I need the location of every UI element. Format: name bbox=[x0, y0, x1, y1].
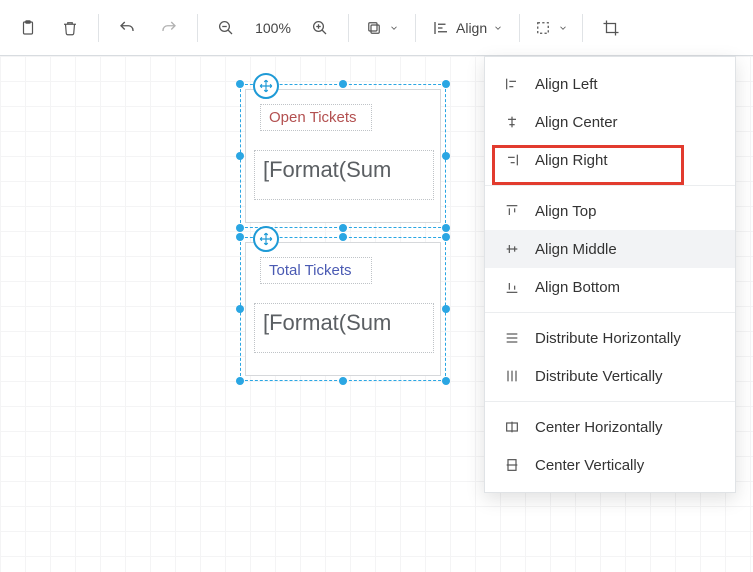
selection-handle[interactable] bbox=[339, 233, 347, 241]
undo-button[interactable] bbox=[107, 8, 147, 48]
card-total-tickets[interactable]: Total Tickets [Format(Sum bbox=[245, 242, 441, 376]
chevron-down-icon bbox=[493, 23, 503, 33]
selection-handle[interactable] bbox=[236, 80, 244, 88]
toolbar: 100% Align bbox=[0, 0, 753, 56]
align-menu: Align Left Align Center Align Right Alig… bbox=[484, 56, 736, 493]
menu-align-middle[interactable]: Align Middle bbox=[485, 230, 735, 268]
paste-button[interactable] bbox=[8, 8, 48, 48]
card-title[interactable]: Open Tickets bbox=[260, 104, 372, 131]
selection-handle[interactable] bbox=[236, 233, 244, 241]
selection-handle[interactable] bbox=[339, 224, 347, 232]
selection-handle[interactable] bbox=[236, 377, 244, 385]
menu-label: Align Middle bbox=[535, 241, 617, 258]
selection-handle[interactable] bbox=[236, 224, 244, 232]
menu-center-vertically[interactable]: Center Vertically bbox=[485, 446, 735, 484]
separator bbox=[415, 14, 416, 42]
card-title[interactable]: Total Tickets bbox=[260, 257, 372, 284]
menu-separator bbox=[485, 312, 735, 313]
distribute-h-icon bbox=[503, 329, 521, 347]
menu-separator bbox=[485, 401, 735, 402]
align-top-icon bbox=[503, 202, 521, 220]
menu-align-left[interactable]: Align Left bbox=[485, 65, 735, 103]
align-center-icon bbox=[503, 113, 521, 131]
menu-center-horizontally[interactable]: Center Horizontally bbox=[485, 408, 735, 446]
selection-handle[interactable] bbox=[339, 377, 347, 385]
menu-label: Align Center bbox=[535, 114, 618, 131]
move-handle-icon[interactable] bbox=[253, 73, 279, 99]
selection-handle[interactable] bbox=[236, 152, 244, 160]
selection-handle[interactable] bbox=[236, 305, 244, 313]
selection-handle[interactable] bbox=[442, 224, 450, 232]
delete-button[interactable] bbox=[50, 8, 90, 48]
separator bbox=[582, 14, 583, 42]
menu-label: Center Vertically bbox=[535, 457, 644, 474]
menu-label: Distribute Vertically bbox=[535, 368, 663, 385]
align-dropdown[interactable]: Align bbox=[424, 8, 511, 48]
menu-align-bottom[interactable]: Align Bottom bbox=[485, 268, 735, 306]
menu-align-center[interactable]: Align Center bbox=[485, 103, 735, 141]
center-h-icon bbox=[503, 418, 521, 436]
chevron-down-icon bbox=[558, 23, 568, 33]
selection-mode-dropdown[interactable] bbox=[528, 8, 574, 48]
menu-label: Align Left bbox=[535, 76, 598, 93]
align-right-icon bbox=[503, 151, 521, 169]
menu-align-right[interactable]: Align Right bbox=[485, 141, 735, 179]
crop-button[interactable] bbox=[591, 8, 631, 48]
menu-label: Align Bottom bbox=[535, 279, 620, 296]
zoom-in-button[interactable] bbox=[300, 8, 340, 48]
menu-distribute-horizontally[interactable]: Distribute Horizontally bbox=[485, 319, 735, 357]
separator bbox=[197, 14, 198, 42]
menu-label: Distribute Horizontally bbox=[535, 330, 681, 347]
card-value[interactable]: [Format(Sum bbox=[254, 150, 434, 200]
redo-button[interactable] bbox=[149, 8, 189, 48]
zoom-out-button[interactable] bbox=[206, 8, 246, 48]
selection-handle[interactable] bbox=[442, 80, 450, 88]
separator bbox=[98, 14, 99, 42]
align-middle-icon bbox=[503, 240, 521, 258]
separator bbox=[348, 14, 349, 42]
selection-handle[interactable] bbox=[442, 305, 450, 313]
align-label: Align bbox=[456, 20, 487, 36]
card-value[interactable]: [Format(Sum bbox=[254, 303, 434, 353]
selection-handle[interactable] bbox=[339, 80, 347, 88]
menu-align-top[interactable]: Align Top bbox=[485, 192, 735, 230]
menu-separator bbox=[485, 185, 735, 186]
move-handle-icon[interactable] bbox=[253, 226, 279, 252]
menu-distribute-vertically[interactable]: Distribute Vertically bbox=[485, 357, 735, 395]
distribute-v-icon bbox=[503, 367, 521, 385]
menu-label: Center Horizontally bbox=[535, 419, 663, 436]
chevron-down-icon bbox=[389, 23, 399, 33]
selection-handle[interactable] bbox=[442, 233, 450, 241]
align-bottom-icon bbox=[503, 278, 521, 296]
center-v-icon bbox=[503, 456, 521, 474]
separator bbox=[519, 14, 520, 42]
selection-handle[interactable] bbox=[442, 152, 450, 160]
align-left-icon bbox=[503, 75, 521, 93]
copy-dropdown[interactable] bbox=[357, 8, 407, 48]
menu-label: Align Right bbox=[535, 152, 608, 169]
card-open-tickets[interactable]: Open Tickets [Format(Sum bbox=[245, 89, 441, 223]
menu-label: Align Top bbox=[535, 203, 596, 220]
selection-handle[interactable] bbox=[442, 377, 450, 385]
zoom-value[interactable]: 100% bbox=[248, 20, 298, 36]
